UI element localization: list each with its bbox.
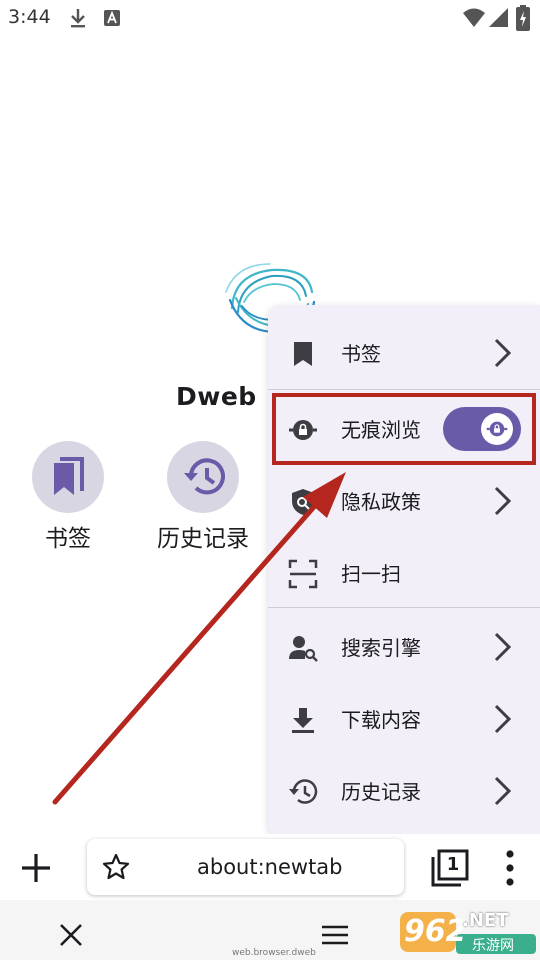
- menu-divider: [268, 607, 540, 608]
- search-engine-icon: [289, 636, 318, 662]
- close-icon[interactable]: [58, 922, 84, 948]
- highlight-box: [272, 393, 536, 465]
- menu-item-history[interactable]: 历史记录: [268, 755, 540, 827]
- scan-icon: [288, 559, 318, 589]
- star-icon[interactable]: [102, 853, 130, 881]
- wifi-icon: [463, 8, 485, 27]
- a-notification-icon: [104, 10, 120, 26]
- menu-item-label: 隐私政策: [341, 490, 421, 514]
- menu-item-scan[interactable]: 扫一扫: [268, 537, 540, 609]
- shortcut-label: 历史记录: [157, 526, 249, 552]
- add-tab-icon[interactable]: [18, 850, 54, 886]
- status-time: 3:44: [8, 6, 51, 28]
- menu-item-label: 搜索引擎: [341, 636, 421, 660]
- shortcut-label: 书签: [45, 526, 91, 552]
- bottom-toolbar: about:newtab 1: [0, 834, 540, 900]
- battery-charging-icon: [516, 5, 530, 31]
- overflow-menu: 书签 无痕浏览 隐私政策 扫一扫 搜索引擎 下载内容 历史记录: [268, 305, 540, 837]
- signal-icon: [489, 8, 508, 27]
- shortcut-bookmarks[interactable]: 书签: [18, 441, 118, 553]
- address-url: about:newtab: [197, 855, 343, 879]
- menu-item-bookmarks[interactable]: 书签: [268, 317, 540, 389]
- download-icon: [71, 9, 85, 28]
- chevron-right-icon: [494, 776, 512, 806]
- menu-item-search-engine[interactable]: 搜索引擎: [268, 611, 540, 683]
- shortcut-circle: [167, 441, 239, 513]
- shortcut-circle: [32, 441, 104, 513]
- chevron-right-icon: [494, 338, 512, 368]
- history-icon: [289, 779, 318, 804]
- more-vert-icon[interactable]: [500, 848, 520, 888]
- download-icon: [292, 708, 314, 733]
- bookmarks-icon: [54, 457, 84, 495]
- menu-item-label: 历史记录: [341, 780, 421, 804]
- watermark-subtitle: 乐游网: [472, 938, 514, 954]
- watermark-logo: 962 .NET 乐游网: [400, 908, 536, 956]
- chevron-right-icon: [494, 704, 512, 734]
- address-bar[interactable]: about:newtab: [87, 839, 404, 895]
- menu-item-label: 下载内容: [341, 708, 421, 732]
- menu-icon[interactable]: [320, 924, 350, 946]
- shortcut-history[interactable]: 历史记录: [153, 441, 253, 553]
- menu-divider: [268, 389, 540, 390]
- tabs-button[interactable]: 1: [430, 848, 470, 888]
- chevron-right-icon: [494, 632, 512, 662]
- history-icon: [184, 458, 225, 495]
- menu-item-privacy-policy[interactable]: 隐私政策: [268, 465, 540, 537]
- menu-item-downloads[interactable]: 下载内容: [268, 683, 540, 755]
- chevron-right-icon: [494, 486, 512, 516]
- bookmark-icon: [294, 342, 312, 366]
- watermark-number: 962: [404, 914, 467, 949]
- menu-item-label: 扫一扫: [341, 562, 401, 586]
- tab-count: 1: [446, 854, 460, 875]
- app-package-caption: web.browser.dweb: [232, 948, 316, 958]
- privacy-shield-icon: [292, 489, 314, 515]
- menu-item-label: 书签: [341, 342, 381, 366]
- status-bar: 3:44: [0, 0, 540, 36]
- watermark-suffix: .NET: [462, 910, 509, 931]
